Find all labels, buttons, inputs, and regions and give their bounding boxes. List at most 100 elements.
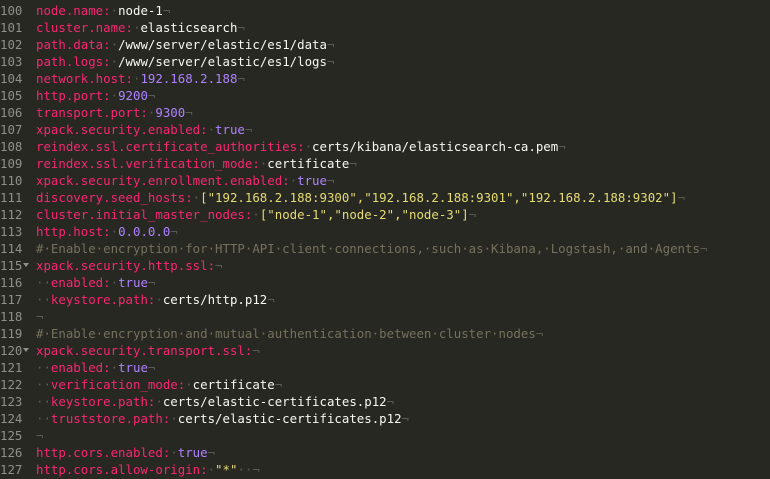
indent-whitespace: ·· (36, 377, 51, 392)
space-marker: · (207, 462, 216, 477)
code-line[interactable]: 125 ¬ (0, 427, 770, 444)
eol-marker: ¬ (535, 326, 544, 341)
config-key: xpack.security.enabled: (36, 122, 208, 137)
code-line[interactable]: 100 node.name:·node-1¬ (0, 2, 770, 19)
line-number: 126 (0, 445, 23, 460)
line-number: 104 (0, 71, 23, 86)
code-line[interactable]: 102 path.data:·/www/server/elastic/es1/da… (0, 36, 770, 53)
line-content: cluster.name:·elasticsearch¬ (36, 19, 245, 36)
code-line[interactable]: 122 ··verification_mode:·certificate¬ (0, 376, 770, 393)
code-line[interactable]: 118 ¬ (0, 308, 770, 325)
code-line[interactable]: 120 xpack.security.transport.ssl:¬ (0, 342, 770, 359)
eol-marker: ¬ (252, 343, 260, 358)
code-line[interactable]: 127 http.cors.allow-origin:·"*"··¬ (0, 461, 770, 478)
code-line[interactable]: 126 http.cors.enabled:·true¬ (0, 444, 770, 461)
line-content: ¬ (36, 308, 43, 325)
code-line[interactable]: 115 xpack.security.http.ssl:¬ (0, 257, 770, 274)
config-value: node-1 (118, 3, 163, 18)
code-line[interactable]: 104 network.host:·192.168.2.188¬ (0, 70, 770, 87)
eol-marker: ¬ (558, 139, 566, 154)
code-editor[interactable]: 100 node.name:·node-1¬ 101 cluster.name:·el… (0, 0, 770, 479)
config-key: enabled: (50, 275, 111, 290)
code-line[interactable]: 105 http.port:·9200¬ (0, 87, 770, 104)
comment-text: #·Enable·encryption·for·HTTP·API·client·… (36, 241, 700, 256)
code-line[interactable]: 101 cluster.name:·elasticsearch¬ (0, 19, 770, 36)
code-line[interactable]: 112 cluster.initial_master_nodes:·["node-… (0, 206, 770, 223)
eol-marker: ¬ (699, 241, 708, 256)
config-key: network.host: (36, 71, 133, 86)
code-line[interactable]: 111 discovery.seed_hosts:·["192.168.2.188… (0, 189, 770, 206)
fold-toggle-icon[interactable] (23, 348, 29, 352)
eol-marker: ¬ (147, 88, 156, 103)
config-key: http.cors.allow-origin: (36, 462, 208, 477)
config-value: certs/elastic-certificates.p12 (162, 394, 387, 409)
space-marker: · (252, 207, 260, 222)
fold-toggle-icon[interactable] (23, 263, 29, 267)
config-value: 9300 (155, 105, 186, 120)
line-content: ··truststore.path:·certs/elastic-certifi… (36, 410, 409, 427)
code-line[interactable]: 123 ··keystore.path:·certs/elastic-certif… (0, 393, 770, 410)
config-value: certs/http.p12 (162, 292, 268, 307)
line-content: xpack.security.transport.ssl:¬ (36, 342, 260, 359)
line-content: discovery.seed_hosts:·["192.168.2.188:93… (36, 189, 685, 206)
config-key: xpack.security.transport.ssl: (36, 343, 253, 358)
line-number: 113 (0, 224, 23, 239)
config-value: true (118, 275, 148, 290)
config-key: node.name: (36, 3, 111, 18)
eol-marker: ¬ (170, 224, 178, 239)
indent-whitespace: ·· (36, 275, 51, 290)
eol-marker: ··¬ (237, 462, 260, 477)
space-marker: · (110, 54, 119, 69)
config-key: cluster.initial_master_nodes: (36, 207, 253, 222)
line-number: 122 (0, 377, 23, 392)
code-line[interactable]: 114 #·Enable·encryption·for·HTTP·API·clie… (0, 240, 770, 257)
code-line[interactable]: 106 transport.port:·9300¬ (0, 104, 770, 121)
line-content: http.port:·9200¬ (36, 87, 155, 104)
line-content: http.cors.enabled:·true¬ (36, 444, 215, 461)
code-line[interactable]: 108 reindex.ssl.certificate_authorities:·… (0, 138, 770, 155)
config-key: verification_mode: (50, 377, 186, 392)
code-line[interactable]: 109 reindex.ssl.verification_mode:·certif… (0, 155, 770, 172)
eol-marker: ¬ (237, 20, 245, 35)
config-value: /www/server/elastic/es1/data (118, 37, 327, 52)
config-value: 9200 (118, 88, 148, 103)
eol-marker: ¬ (244, 122, 253, 137)
config-value: "*" (215, 462, 238, 477)
code-line[interactable]: 113 http.host:·0.0.0.0¬ (0, 223, 770, 240)
eol-marker: ¬ (274, 377, 283, 392)
code-line[interactable]: 103 path.logs:·/www/server/elastic/es1/lo… (0, 53, 770, 70)
config-value: elasticsearch (140, 20, 238, 35)
line-content: http.host:·0.0.0.0¬ (36, 223, 178, 240)
code-line[interactable]: 124 ··truststore.path:·certs/elastic-cert… (0, 410, 770, 427)
space-marker: · (110, 275, 119, 290)
indent-whitespace: ·· (36, 360, 51, 375)
code-line[interactable]: 116 ··enabled:·true¬ (0, 274, 770, 291)
line-content: reindex.ssl.verification_mode:·certifica… (36, 155, 357, 172)
eol-marker: ¬ (386, 394, 395, 409)
code-line[interactable]: 117 ··keystore.path:·certs/http.p12¬ (0, 291, 770, 308)
line-number: 114 (0, 241, 23, 256)
config-key: xpack.security.enrollment.enabled: (36, 173, 290, 188)
line-number: 107 (0, 122, 23, 137)
eol-marker: ¬ (147, 360, 156, 375)
line-number: 121 (0, 360, 23, 375)
code-line[interactable]: 119 #·Enable·encryption·and·mutual·authen… (0, 325, 770, 342)
config-value: 192.168.2.188 (140, 71, 238, 86)
code-line[interactable]: 110 xpack.security.enrollment.enabled:·tr… (0, 172, 770, 189)
config-value: certs/elastic-certificates.p12 (177, 411, 402, 426)
eol-marker: ¬ (326, 173, 335, 188)
code-lines[interactable]: 100 node.name:·node-1¬ 101 cluster.name:·el… (0, 2, 770, 478)
line-content: ¬ (36, 427, 43, 444)
line-content: reindex.ssl.certificate_authorities:·cer… (36, 138, 566, 155)
line-content: path.logs:·/www/server/elastic/es1/logs¬ (36, 53, 334, 70)
code-line[interactable]: 107 xpack.security.enabled:·true¬ (0, 121, 770, 138)
code-line[interactable]: 121 ··enabled:·true¬ (0, 359, 770, 376)
config-key: keystore.path: (50, 394, 156, 409)
line-number: 119 (0, 326, 23, 341)
line-number: 127 (0, 462, 23, 477)
config-value: ["node-1","node-2","node-3"] (259, 207, 469, 222)
line-content: network.host:·192.168.2.188¬ (36, 70, 245, 87)
line-number: 101 (0, 20, 23, 35)
config-key: truststore.path: (50, 411, 171, 426)
comment-text: #·Enable·encryption·and·mutual·authentic… (36, 326, 536, 341)
